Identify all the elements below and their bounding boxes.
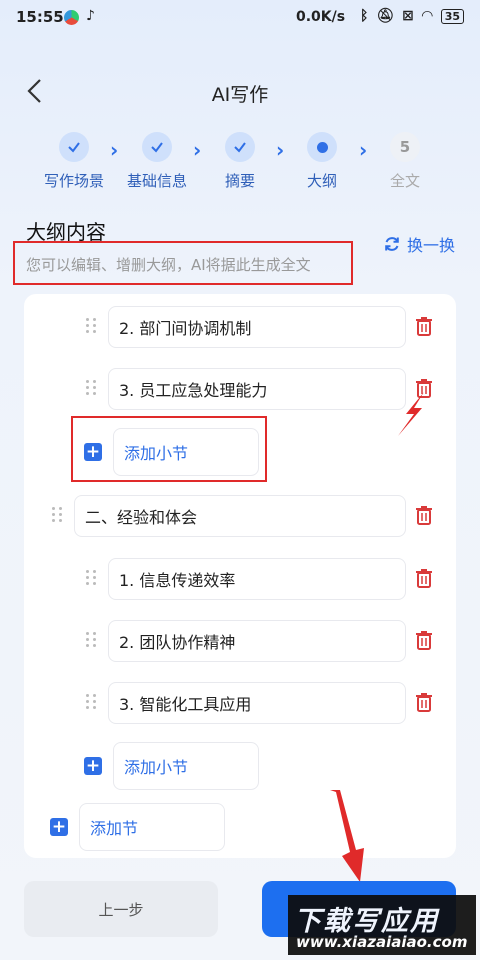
add-section-label: 添加节 <box>90 819 139 838</box>
add-subsection-field[interactable]: 添加小节 <box>113 428 259 476</box>
wifi-icon: ◠ <box>421 8 433 24</box>
outline-item[interactable]: 3. 员工应急处理能力 <box>108 368 406 410</box>
status-bar: 15:55 ♪ 0.0K/s ᛒ 🔕︎ ⊠ ◠ 35 <box>0 0 480 36</box>
outline-item-text: 3. 智能化工具应用 <box>119 695 252 714</box>
drag-handle-icon[interactable] <box>86 380 96 396</box>
step-label: 写作场景 <box>43 172 104 190</box>
tiktok-icon: ♪ <box>86 8 95 24</box>
trash-icon[interactable] <box>415 316 433 336</box>
step-summary: 摘要 <box>195 132 285 191</box>
sim-icon: ⊠ <box>402 8 414 24</box>
outline-item[interactable]: 3. 智能化工具应用 <box>108 682 406 724</box>
watermark-url: www.xiazaiaiao.com <box>296 933 468 951</box>
annotation-arrow-icon <box>398 392 424 436</box>
drag-handle-icon[interactable] <box>86 694 96 710</box>
step-fulltext: 5 全文 <box>360 132 450 191</box>
outline-item-text: 2. 团队协作精神 <box>119 633 236 652</box>
check-icon <box>59 132 89 162</box>
outline-item-text: 1. 信息传递效率 <box>119 571 236 590</box>
add-subsection-button[interactable]: + <box>84 757 102 775</box>
step-label: 摘要 <box>224 172 255 190</box>
status-time: 15:55 <box>16 8 64 26</box>
status-icons: ᛒ 🔕︎ ⊠ ◠ 35 <box>360 8 464 24</box>
outline-item[interactable]: 2. 部门间协调机制 <box>108 306 406 348</box>
step-number: 5 <box>390 132 420 162</box>
prev-step-label: 上一步 <box>98 900 144 919</box>
watermark-logo: 下载写应用 www.xiazaiaiao.com <box>288 895 476 955</box>
check-icon <box>225 132 255 162</box>
plus-icon: + <box>50 817 68 837</box>
step-label: 大纲 <box>306 172 337 190</box>
trash-icon[interactable] <box>415 568 433 588</box>
step-label: 基础信息 <box>126 172 187 190</box>
outline-item-text: 2. 部门间协调机制 <box>119 319 252 338</box>
active-step-dot <box>307 132 337 162</box>
annotation-arrow-icon <box>330 790 364 882</box>
add-subsection-label: 添加小节 <box>124 758 189 777</box>
hint-annotation-box: 您可以编辑、增删大纲，AI将据此生成全文 <box>13 241 353 285</box>
add-subsection-label: 添加小节 <box>124 444 189 463</box>
app-notification-icon <box>64 10 79 25</box>
drag-handle-icon[interactable] <box>86 318 96 334</box>
step-writing-scene: 写作场景 <box>29 132 119 191</box>
refresh-icon <box>385 237 399 251</box>
check-icon <box>142 132 172 162</box>
battery-icon: 35 <box>440 8 464 24</box>
refresh-label: 换一换 <box>407 236 456 255</box>
refresh-button[interactable]: 换一换 <box>383 232 455 256</box>
step-outline: 大纲 <box>277 132 367 191</box>
plus-icon: + <box>84 756 102 776</box>
trash-icon[interactable] <box>415 505 433 525</box>
net-speed: 0.0K/s <box>296 9 346 25</box>
outline-item[interactable]: 1. 信息传递效率 <box>108 558 406 600</box>
add-subsection-field[interactable]: 添加小节 <box>113 742 259 790</box>
outline-item[interactable]: 2. 团队协作精神 <box>108 620 406 662</box>
prev-step-button[interactable]: 上一步 <box>24 881 218 937</box>
mute-icon: 🔕︎ <box>376 8 395 24</box>
outline-section[interactable]: 二、经验和体会 <box>74 495 406 537</box>
drag-handle-icon[interactable] <box>86 632 96 648</box>
drag-handle-icon[interactable] <box>52 507 62 523</box>
outline-hint: 您可以编辑、增删大纲，AI将据此生成全文 <box>26 256 311 274</box>
add-section-button[interactable]: + <box>50 818 68 836</box>
outline-section-text: 二、经验和体会 <box>85 508 198 527</box>
trash-icon[interactable] <box>415 692 433 712</box>
step-basic-info: 基础信息 <box>112 132 202 191</box>
plus-icon: + <box>84 442 102 462</box>
bluetooth-icon: ᛒ <box>359 8 369 24</box>
page-title: AI写作 <box>211 84 269 106</box>
outline-item-text: 3. 员工应急处理能力 <box>119 381 268 400</box>
drag-handle-icon[interactable] <box>86 570 96 586</box>
step-indicator: 写作场景 › 基础信息 › 摘要 › 大纲 › 5 全文 <box>0 132 480 192</box>
app-header: AI写作 <box>0 70 480 114</box>
trash-icon[interactable] <box>415 630 433 650</box>
add-subsection-button[interactable]: + <box>84 443 102 461</box>
step-label: 全文 <box>389 172 420 190</box>
add-section-field[interactable]: 添加节 <box>79 803 225 851</box>
